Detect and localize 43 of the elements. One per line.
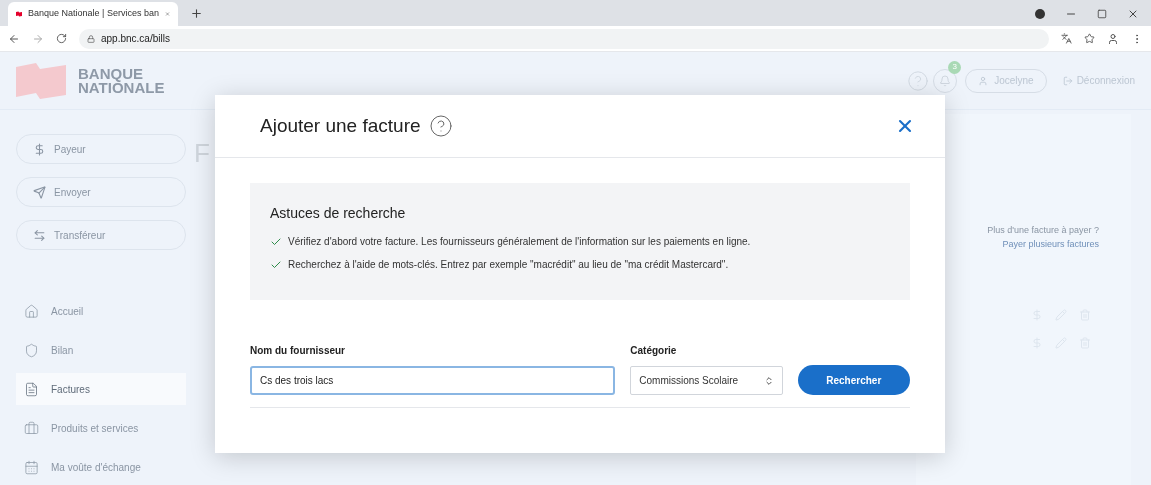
multi-pay-question: Plus d'une facture à payer ? — [987, 224, 1099, 237]
field-label: Nom du fournisseur — [250, 344, 346, 358]
tip-text: Vérifiez d'abord votre facture. Les fournisseurs généralement de l'information sur les paiements en ligne. — [288, 235, 751, 249]
select-value: Commissions Scolaire — [639, 374, 739, 388]
translate-icon[interactable] — [1061, 33, 1072, 44]
lock-icon — [87, 34, 95, 43]
tips-title: Astuces de recherche — [270, 204, 407, 223]
nav-item[interactable]: Bilan — [16, 334, 186, 366]
help-icon[interactable] — [428, 114, 453, 138]
transfer-icon — [33, 228, 46, 242]
nav-item[interactable]: Factures — [16, 373, 186, 405]
address-bar[interactable]: app.bnc.ca/bills — [79, 28, 1049, 49]
tip-text: Recherchez à l'aide de mots-clés. Entrez par exemple "macrédit" au lieu de "ma crédit Mastercard". — [288, 258, 729, 272]
supplier-input[interactable]: Cs des trois lacs — [250, 366, 616, 395]
url-text: app.bnc.ca/bills — [101, 32, 170, 46]
star-icon[interactable] — [1084, 33, 1095, 44]
back-icon[interactable] — [8, 32, 20, 45]
maximize-icon[interactable] — [1097, 9, 1107, 19]
reload-icon[interactable] — [56, 33, 67, 44]
extension-icon[interactable] — [1035, 9, 1045, 19]
close-icon[interactable] — [1127, 8, 1139, 20]
logo-text: BANQUE — [78, 66, 144, 81]
field-label: Catégorie — [630, 344, 678, 358]
category-select[interactable]: Commissions Scolaire — [630, 366, 783, 395]
send-icon — [33, 185, 46, 199]
logo-icon — [16, 62, 66, 99]
updown-icon — [763, 375, 774, 386]
flag-icon — [16, 9, 23, 19]
nav-item[interactable]: Accueil — [16, 295, 186, 327]
profile-icon[interactable] — [1107, 32, 1119, 45]
notification-badge: 3 — [948, 60, 962, 74]
browser-tab[interactable]: Banque Nationale | Services ban — [8, 2, 178, 26]
multi-pay-link[interactable]: Payer plusieurs factures — [1002, 237, 1099, 251]
tab-title: Banque Nationale | Services ban — [28, 7, 159, 21]
search-button[interactable]: Rechercher — [797, 365, 910, 395]
nav-item[interactable]: Produits et services — [16, 412, 186, 444]
logout-icon — [1062, 75, 1073, 86]
user-icon — [978, 75, 989, 86]
home-icon — [24, 303, 39, 319]
nav-item[interactable]: Ma voûte d'échange — [16, 451, 186, 483]
modal-title: Ajouter une facture — [260, 113, 421, 138]
new-tab-icon[interactable] — [190, 7, 203, 20]
bell-icon — [939, 74, 952, 87]
